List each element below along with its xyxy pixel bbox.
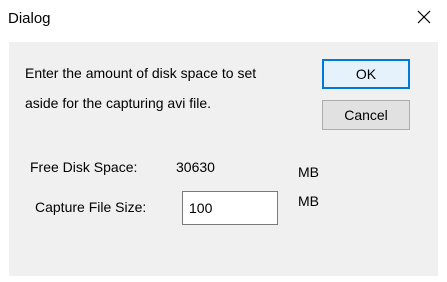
capture-file-size-label: Capture File Size: — [35, 199, 147, 215]
dialog-body: Enter the amount of disk space to set as… — [9, 42, 438, 276]
ok-button[interactable]: OK — [322, 59, 410, 89]
capture-file-size-input[interactable] — [182, 191, 278, 225]
title-bar[interactable]: Dialog — [0, 0, 447, 40]
free-disk-space-value: 30630 — [176, 159, 215, 175]
message-line-2: aside for the capturing avi file. — [25, 95, 211, 111]
window-title: Dialog — [8, 10, 51, 27]
capture-file-size-unit: MB — [298, 193, 319, 209]
free-disk-space-unit: MB — [298, 164, 319, 180]
close-button[interactable] — [401, 0, 447, 34]
free-disk-space-label: Free Disk Space: — [30, 159, 138, 175]
cancel-button[interactable]: Cancel — [322, 100, 410, 130]
close-icon — [417, 10, 431, 24]
message-line-1: Enter the amount of disk space to set — [25, 65, 257, 81]
